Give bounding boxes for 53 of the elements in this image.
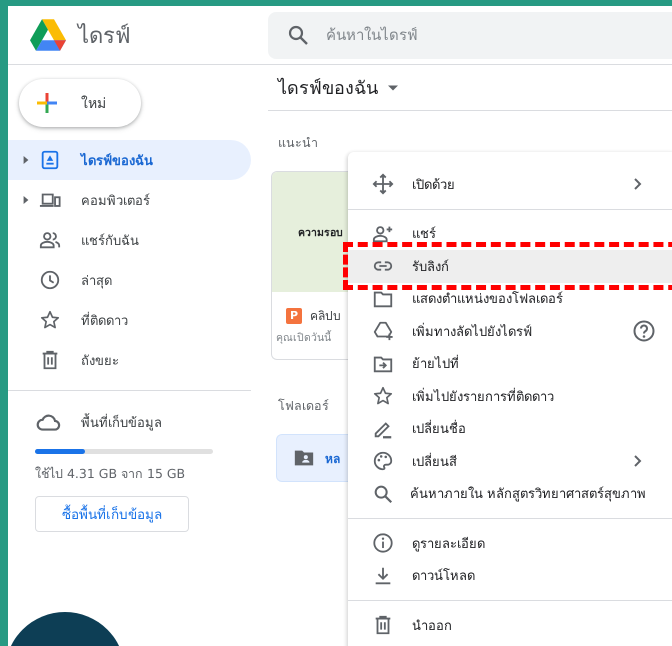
storage-label: พื้นที่เก็บข้อมูล [81,412,162,432]
caret-down-icon [388,82,398,92]
star-icon [372,385,394,408]
drive-icon [39,149,61,171]
people-icon [39,229,61,251]
preview-text: ความรอบ [298,226,343,240]
file-card[interactable]: ความรอบ P คลิปบ คุณเปิดวันนี้ [271,171,348,360]
drive-plus-icon [372,320,394,342]
section-heading: โฟลเดอร์ [278,397,329,415]
search-field[interactable]: ค้นหาในไดรฟ์ [268,12,672,58]
product-name: ไดรฟ์ [78,22,131,50]
chevron-right-icon [632,455,644,468]
menu-item[interactable]: แชร์ [348,218,672,250]
folder-name: หล [325,450,340,468]
menu-item[interactable]: เพิ่มทางลัดไปยังไดรฟ์ [348,315,672,348]
info-icon [372,532,394,554]
folder-tile[interactable]: หล [276,434,348,482]
sidebar-item[interactable]: ที่ติดดาว [8,300,251,340]
caret-right-icon [22,196,30,204]
menu-item[interactable]: รับลิงก์ [348,250,672,282]
menu-item[interactable]: ย้ายไปที่ [348,348,672,380]
file-name: คลิปบ [310,308,341,325]
menu-item[interactable]: ดาวน์โหลด [348,560,672,592]
file-type-icon: P [286,308,302,324]
clock-icon [39,269,61,291]
sidebar-item[interactable]: แชร์กับฉัน [8,220,251,260]
sidebar-item[interactable]: คอมพิวเตอร์ [8,180,251,220]
chevron-right-icon [632,178,644,190]
star-icon [39,309,61,331]
search-icon [372,482,394,505]
menu-item[interactable]: เปิดด้วย [348,168,672,200]
sidebar-item[interactable]: ถังขยะ [8,340,251,380]
new-button[interactable]: ใหม่ [19,79,141,127]
drive-logo-icon [30,17,66,53]
menu-item[interactable]: เปลี่ยนสี [348,445,672,478]
caret-right-icon [22,156,30,164]
menu-item[interactable]: เปลี่ยนชื่อ [348,412,672,445]
menu-item[interactable]: แสดงตำแหน่งของโฟลเดอร์ [348,282,672,315]
file-subtitle: คุณเปิดวันนี้ [276,329,331,346]
menu-item[interactable]: ดูรายละเอียด [348,527,672,560]
menu-item[interactable]: ค้นหาภายใน หลักสูตรวิทยาศาสตร์สุขภาพ [348,478,672,510]
buy-storage-button[interactable]: ซื้อพื้นที่เก็บข้อมูล [35,496,189,532]
section-heading: แนะนำ [278,134,318,152]
page-title: ไดรฟ์ของฉัน [278,76,378,101]
sidebar-item[interactable]: ไดรฟ์ของฉัน [8,140,251,180]
storage-usage: ใช้ไป 4.31 GB จาก 15 GB [35,465,186,483]
palette-icon [372,450,394,472]
plus-icon [35,91,59,115]
sidebar-item[interactable]: ล่าสุด [8,260,251,300]
menu-item[interactable]: เพิ่มไปยังรายการที่ติดดาว [348,380,672,412]
help-icon [632,319,656,344]
menu-item[interactable]: นำออก [348,609,672,642]
move-arrows-icon [372,173,394,196]
